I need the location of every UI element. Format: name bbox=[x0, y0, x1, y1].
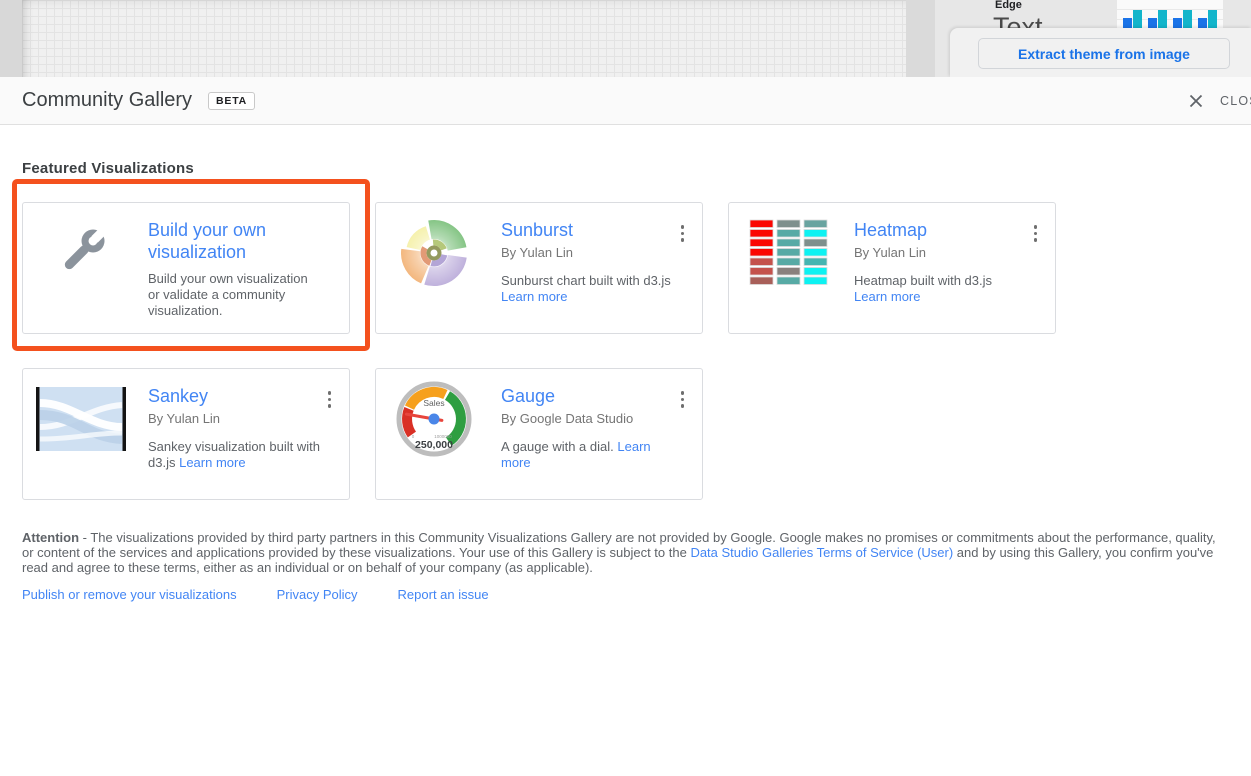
close-icon[interactable] bbox=[1188, 93, 1204, 109]
learn-more-link[interactable]: Learn more bbox=[854, 289, 920, 304]
extract-theme-button[interactable]: Extract theme from image bbox=[978, 38, 1230, 69]
beta-badge: BETA bbox=[208, 92, 255, 110]
gallery-card-gauge[interactable]: Sales 0 1000000 250,000 Gauge By Google … bbox=[375, 368, 703, 500]
card-text: Sankey By Yulan Lin Sankey visualization… bbox=[148, 369, 349, 471]
card-text: Gauge By Google Data Studio A gauge with… bbox=[501, 369, 702, 471]
card-title[interactable]: Heatmap bbox=[854, 219, 1034, 241]
theme-bar-chart-bars bbox=[1123, 10, 1217, 30]
gallery-card-sunburst[interactable]: Sunburst By Yulan Lin Sunburst chart bui… bbox=[375, 202, 703, 334]
modal-header: Community Gallery BETA CLOSE bbox=[0, 77, 1251, 125]
heatmap-thumbnail bbox=[741, 207, 833, 299]
bar-group bbox=[1198, 10, 1217, 30]
close-label[interactable]: CLOSE bbox=[1220, 94, 1251, 108]
community-gallery-modal: Community Gallery BETA CLOSE Featured Vi… bbox=[0, 77, 1251, 776]
theme-panel: Edge Text Extract theme from image bbox=[935, 0, 1251, 77]
report-canvas bbox=[22, 0, 906, 77]
bar-group bbox=[1173, 10, 1192, 30]
card-menu-button[interactable] bbox=[324, 387, 336, 412]
card-description-text: Sunburst chart built with d3.js bbox=[501, 273, 671, 288]
canvas-panel-gutter bbox=[906, 0, 935, 77]
editor-left-rail bbox=[0, 0, 22, 77]
bar-group bbox=[1148, 10, 1167, 30]
card-description: Heatmap built with d3.js Learn more bbox=[854, 273, 1026, 305]
page-title: Community Gallery bbox=[22, 89, 192, 112]
report-an-issue-link[interactable]: Report an issue bbox=[398, 587, 489, 602]
learn-more-link[interactable]: Learn more bbox=[501, 289, 567, 304]
bar-group bbox=[1123, 10, 1142, 30]
gauge-label: Sales bbox=[423, 398, 444, 408]
card-description-text: A gauge with a dial. bbox=[501, 439, 614, 454]
privacy-policy-link[interactable]: Privacy Policy bbox=[277, 587, 358, 602]
footer-links: Publish or remove your visualizations Pr… bbox=[22, 587, 1229, 602]
card-description: Build your own visualization or validate… bbox=[148, 271, 320, 319]
card-text: Build your own visualization Build your … bbox=[148, 203, 349, 319]
gallery-card-heatmap[interactable]: Heatmap By Yulan Lin Heatmap built with … bbox=[728, 202, 1056, 334]
card-title[interactable]: Build your own visualization bbox=[148, 219, 328, 263]
sankey-thumbnail bbox=[35, 373, 127, 465]
card-description: A gauge with a dial. Learn more bbox=[501, 439, 673, 471]
close-button[interactable]: CLOSE bbox=[1188, 77, 1251, 124]
card-description: Sankey visualization built with d3.js Le… bbox=[148, 439, 320, 471]
card-description: Sunburst chart built with d3.js Learn mo… bbox=[501, 273, 673, 305]
card-description-text: Heatmap built with d3.js bbox=[854, 273, 992, 288]
card-menu-button[interactable] bbox=[1030, 221, 1042, 246]
card-title[interactable]: Gauge bbox=[501, 385, 681, 407]
gallery-card-sankey[interactable]: Sankey By Yulan Lin Sankey visualization… bbox=[22, 368, 350, 500]
card-byline: By Yulan Lin bbox=[148, 411, 349, 427]
card-byline: By Yulan Lin bbox=[501, 245, 702, 261]
extract-theme-section: Extract theme from image bbox=[950, 28, 1251, 77]
terms-of-service-link[interactable]: Data Studio Galleries Terms of Service (… bbox=[690, 545, 953, 560]
sunburst-thumbnail bbox=[388, 207, 480, 299]
gallery-card-build-your-own[interactable]: Build your own visualization Build your … bbox=[22, 202, 350, 334]
section-title: Featured Visualizations bbox=[22, 160, 1229, 177]
card-byline: By Google Data Studio bbox=[501, 411, 702, 427]
featured-cards-grid: Build your own visualization Build your … bbox=[22, 202, 1056, 500]
gauge-value: 250,000 bbox=[415, 439, 453, 451]
card-byline: By Yulan Lin bbox=[854, 245, 1055, 261]
learn-more-link[interactable]: Learn more bbox=[179, 455, 245, 470]
card-menu-button[interactable] bbox=[677, 387, 689, 412]
report-editor-background: Edge Text Extract theme from image bbox=[0, 0, 1251, 77]
modal-body: Featured Visualizations bbox=[0, 160, 1251, 602]
card-title[interactable]: Sankey bbox=[148, 385, 328, 407]
publish-or-remove-link[interactable]: Publish or remove your visualizations bbox=[22, 587, 237, 602]
wrench-icon bbox=[35, 207, 127, 299]
card-title[interactable]: Sunburst bbox=[501, 219, 681, 241]
screen: Edge Text Extract theme from image Commu… bbox=[0, 0, 1251, 776]
attention-note: Attention - The visualizations provided … bbox=[22, 530, 1229, 575]
gauge-thumbnail: Sales 0 1000000 250,000 bbox=[388, 373, 480, 465]
theme-edge-label: Edge bbox=[995, 0, 1022, 11]
attention-label: Attention bbox=[22, 530, 79, 545]
card-menu-button[interactable] bbox=[677, 221, 689, 246]
card-text: Heatmap By Yulan Lin Heatmap built with … bbox=[854, 203, 1055, 305]
card-description-text: Build your own visualization or validate… bbox=[148, 271, 308, 318]
card-text: Sunburst By Yulan Lin Sunburst chart bui… bbox=[501, 203, 702, 305]
